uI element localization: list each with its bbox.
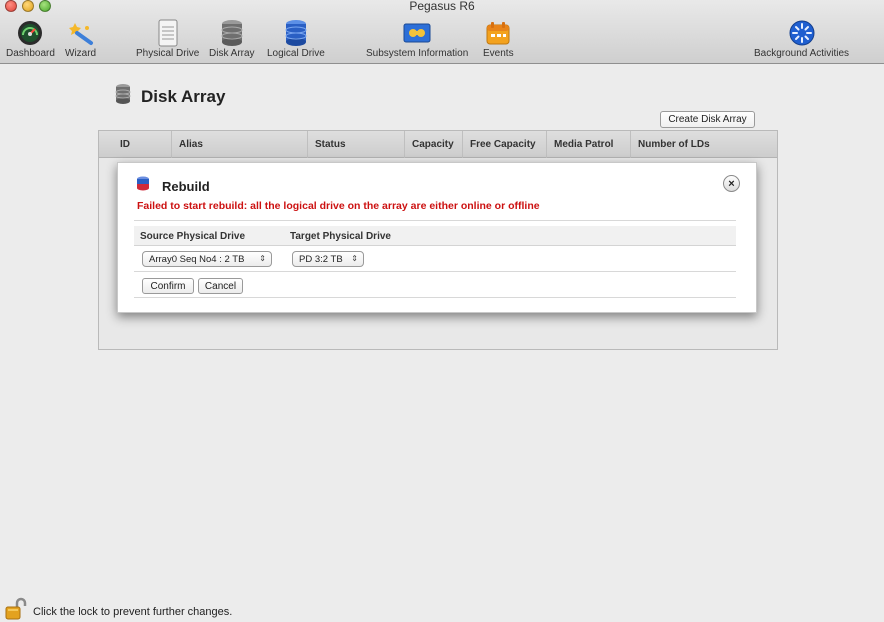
toolbar-logical-drive-label: Logical Drive bbox=[267, 48, 325, 59]
divider bbox=[134, 297, 736, 298]
confirm-button[interactable]: Confirm bbox=[142, 278, 194, 294]
logical-drive-icon bbox=[282, 19, 310, 47]
toolbar-dashboard[interactable]: Dashboard bbox=[6, 19, 55, 59]
physical-drive-icon bbox=[154, 19, 182, 47]
toolbar-background-activities-label: Background Activities bbox=[754, 48, 850, 59]
toolbar-wizard[interactable]: Wizard bbox=[65, 19, 96, 59]
close-icon[interactable]: × bbox=[723, 175, 740, 192]
background-activities-icon bbox=[788, 19, 816, 47]
dialog-title: Rebuild bbox=[162, 179, 210, 194]
error-message: Failed to start rebuild: all the logical… bbox=[137, 200, 540, 212]
toolbar-background-activities[interactable]: Background Activities bbox=[754, 19, 849, 59]
create-disk-array-button[interactable]: Create Disk Array bbox=[660, 111, 755, 128]
disk-array-icon bbox=[218, 19, 246, 47]
divider bbox=[134, 220, 736, 221]
window-chrome: Pegasus R6 Dashboard Wizard Physical Dri… bbox=[0, 0, 884, 64]
toolbar-events-label: Events bbox=[483, 48, 514, 59]
lock-open-icon[interactable] bbox=[4, 597, 28, 621]
status-bar: Click the lock to prevent further change… bbox=[0, 597, 884, 622]
column-capacity[interactable]: Capacity bbox=[404, 131, 462, 158]
target-physical-drive-select[interactable]: PD 3:2 TB ⇕ bbox=[292, 251, 364, 267]
dialog-header: Rebuild bbox=[134, 175, 210, 198]
column-alias[interactable]: Alias bbox=[171, 131, 307, 158]
toolbar-wizard-label: Wizard bbox=[65, 48, 97, 59]
toolbar-physical-drive[interactable]: Physical Drive bbox=[136, 19, 199, 59]
cancel-button[interactable]: Cancel bbox=[198, 278, 243, 294]
column-media-patrol[interactable]: Media Patrol bbox=[546, 131, 630, 158]
table-header: ID Alias Status Capacity Free Capacity M… bbox=[99, 131, 777, 158]
dialog-column-header: Source Physical Drive Target Physical Dr… bbox=[134, 226, 736, 246]
wizard-wand-icon bbox=[67, 19, 95, 47]
select-arrows-icon: ⇕ bbox=[259, 254, 266, 263]
target-physical-drive-header: Target Physical Drive bbox=[290, 230, 391, 242]
column-id[interactable]: ID bbox=[99, 131, 171, 158]
page-title: Disk Array bbox=[141, 86, 226, 106]
rebuild-icon bbox=[134, 175, 152, 198]
lock-status-text: Click the lock to prevent further change… bbox=[33, 606, 233, 618]
divider bbox=[134, 271, 736, 272]
disk-array-icon bbox=[114, 83, 132, 110]
dashboard-gauge-icon bbox=[16, 19, 44, 47]
toolbar-logical-drive[interactable]: Logical Drive bbox=[267, 19, 325, 59]
target-select-value: PD 3:2 TB bbox=[299, 253, 343, 265]
toolbar-disk-array[interactable]: Disk Array bbox=[209, 19, 255, 59]
subsystem-information-icon bbox=[403, 19, 431, 47]
source-physical-drive-header: Source Physical Drive bbox=[140, 230, 246, 242]
column-status[interactable]: Status bbox=[307, 131, 404, 158]
toolbar-physical-drive-label: Physical Drive bbox=[136, 48, 200, 59]
source-select-value: Array0 Seq No4 : 2 TB bbox=[149, 253, 245, 265]
select-arrows-icon: ⇕ bbox=[351, 254, 358, 263]
events-calendar-icon bbox=[484, 19, 512, 47]
toolbar-subsystem-information-label: Subsystem Information bbox=[366, 48, 469, 59]
toolbar-dashboard-label: Dashboard bbox=[6, 48, 55, 59]
rebuild-dialog: Rebuild × Failed to start rebuild: all t… bbox=[117, 162, 757, 313]
page-header: Disk Array bbox=[114, 83, 225, 110]
column-free-capacity[interactable]: Free Capacity bbox=[462, 131, 546, 158]
toolbar-disk-array-label: Disk Array bbox=[209, 48, 255, 59]
toolbar-subsystem-information[interactable]: Subsystem Information bbox=[366, 19, 468, 59]
source-physical-drive-select[interactable]: Array0 Seq No4 : 2 TB ⇕ bbox=[142, 251, 272, 267]
window-title: Pegasus R6 bbox=[409, 0, 475, 13]
column-number-of-lds[interactable]: Number of LDs bbox=[630, 131, 778, 158]
toolbar-events[interactable]: Events bbox=[483, 19, 514, 59]
